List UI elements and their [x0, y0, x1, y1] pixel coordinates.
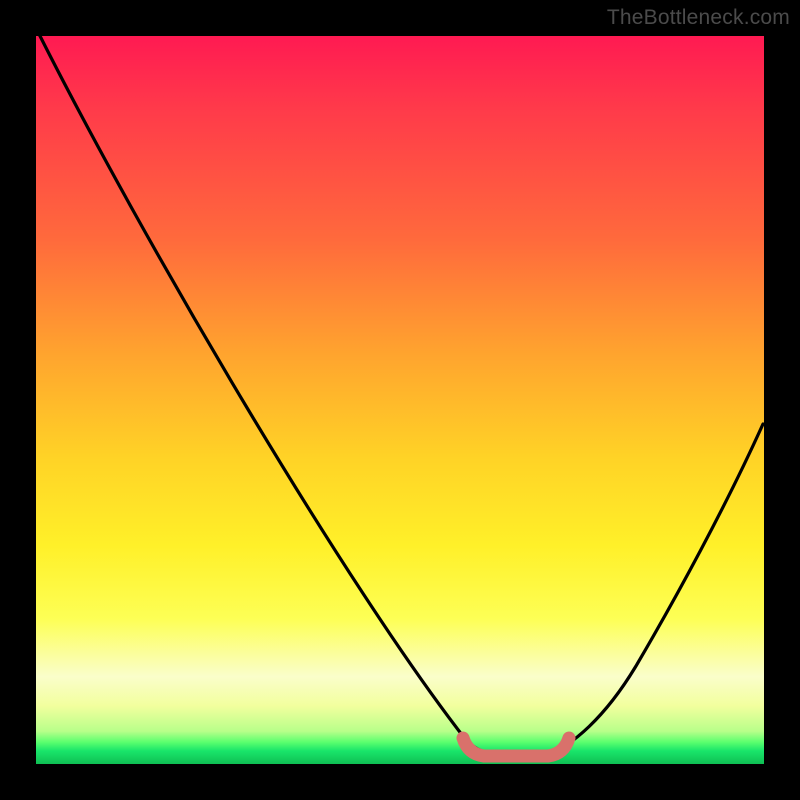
bottleneck-curve: [36, 36, 764, 764]
plot-area: [36, 36, 764, 764]
curve-left-arm: [39, 34, 498, 754]
curve-right-arm: [546, 424, 763, 754]
chart-frame: TheBottleneck.com: [0, 0, 800, 800]
optimal-range-marker: [463, 738, 569, 756]
watermark-text: TheBottleneck.com: [607, 6, 790, 30]
